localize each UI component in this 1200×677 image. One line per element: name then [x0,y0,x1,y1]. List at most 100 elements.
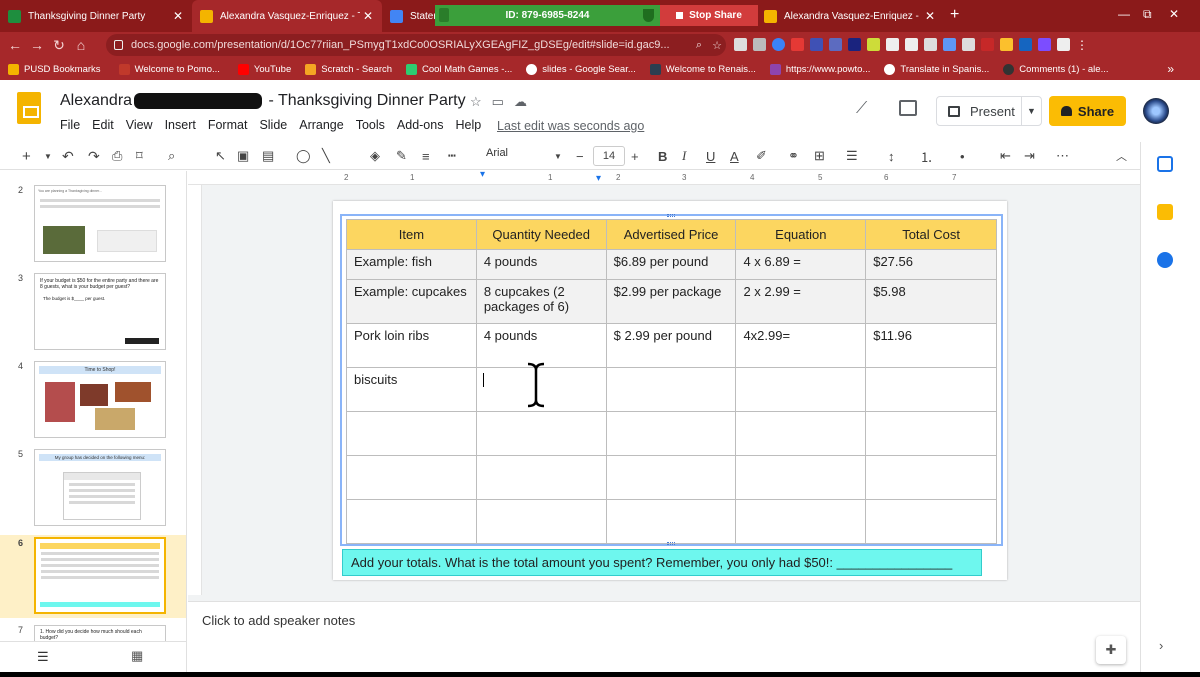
new-slide-icon[interactable]: + [22,146,31,166]
grid-view-icon[interactable]: ▦ [131,648,143,664]
speaker-notes[interactable]: Click to add speaker notes [188,601,1140,641]
indent-marker-icon[interactable]: ▾ [596,173,601,184]
browser-tab[interactable]: Alexandra Vasquez-Enriquez - B ✕ [756,0,944,32]
bookmark-star-icon[interactable]: ☆ [708,39,726,52]
menu-help[interactable]: Help [455,118,481,132]
paint-format-icon[interactable]: ⌑ [136,146,143,166]
document-title[interactable]: Alexandra - Thanksgiving Dinner Party [60,92,466,110]
extension-icon[interactable] [753,38,766,51]
menu-insert[interactable]: Insert [165,118,196,132]
url-field[interactable]: docs.google.com/presentation/d/1Oc77riia… [106,34,726,56]
comment-history-icon[interactable] [899,100,917,116]
menu-dots-icon[interactable]: ⋮ [1076,38,1089,52]
menu-arrange[interactable]: Arrange [299,118,343,132]
extension-icon[interactable] [848,38,861,51]
border-weight-icon[interactable]: ≡ [422,146,430,166]
extension-icon[interactable] [734,38,747,51]
collapse-toolbar-icon[interactable]: ︿ [1116,146,1127,166]
font-family-select[interactable]: Arial [486,147,508,159]
more-options-icon[interactable]: ⋯ [1056,146,1069,166]
text-box-icon[interactable]: ▣ [237,146,249,166]
menu-slide[interactable]: Slide [259,118,287,132]
menu-edit[interactable]: Edit [92,118,114,132]
extension-icon[interactable] [943,38,956,51]
slide-thumbnail-selected[interactable] [34,537,166,614]
select-cursor-icon[interactable]: ↖ [215,146,226,166]
menu-addons[interactable]: Add-ons [397,118,444,132]
extension-icon[interactable] [981,38,994,51]
bookmark-item[interactable]: Welcome to Pomo... [118,63,220,75]
extension-icon[interactable] [905,38,918,51]
extension-icon[interactable] [1019,38,1032,51]
close-tab-icon[interactable]: ✕ [922,9,938,23]
totals-prompt-box[interactable]: Add your totals. What is the total amoun… [342,549,982,576]
slides-logo-icon[interactable] [17,92,41,124]
text-color-icon[interactable]: A [730,146,739,166]
calendar-icon[interactable] [1157,156,1173,172]
resize-handle[interactable] [667,542,675,545]
star-icon[interactable]: ☆ [470,94,482,110]
new-tab-button[interactable]: + [950,6,959,24]
bookmark-item[interactable]: Cool Math Games -... [406,63,512,75]
bookmark-item[interactable]: Scratch - Search [305,63,392,75]
font-size-input[interactable]: 14 [593,146,625,166]
close-tab-icon[interactable]: ✕ [360,9,376,23]
slide-thumbnail[interactable]: You are planning a Thanksgiving dinner..… [34,185,166,262]
restore-button[interactable]: ⧉ [1143,7,1152,22]
cloud-status-icon[interactable]: ☁ [514,94,527,110]
present-button[interactable]: Present ▼ [936,96,1042,126]
slide-thumbnail[interactable]: If your budget is $50 for the entire par… [34,273,166,350]
home-icon[interactable]: ⌂ [70,37,92,53]
bookmark-item[interactable]: slides - Google Sear... [526,63,636,75]
extension-icon[interactable] [772,38,785,51]
extension-icon[interactable] [829,38,842,51]
puzzle-icon[interactable] [1057,38,1070,51]
bookmark-item[interactable]: PUSD Bookmarks [8,63,101,75]
browser-tab[interactable]: Stater [382,0,437,32]
add-comment-icon[interactable]: ⊞ [814,146,825,166]
italic-icon[interactable]: I [682,146,686,166]
shape-icon[interactable]: ◯ [296,146,311,166]
border-dash-icon[interactable]: ┅ [448,146,456,166]
list-view-icon[interactable]: ☰ [37,649,49,665]
vertical-ruler[interactable] [188,185,202,595]
menu-format[interactable]: Format [208,118,248,132]
extension-icon[interactable] [924,38,937,51]
line-icon[interactable]: ╲ [322,146,330,166]
extension-icon[interactable] [867,38,880,51]
indent-marker-icon[interactable]: ▾ [480,169,485,180]
decrease-font-size-icon[interactable]: − [576,146,584,166]
activity-trend-icon[interactable]: ⟋ [856,100,867,118]
minimize-button[interactable]: — [1118,7,1130,21]
slide-thumbnail[interactable]: Time to Shop! [34,361,166,438]
image-icon[interactable]: ▤ [262,146,274,166]
bookmark-item[interactable]: YouTube [237,63,291,75]
bookmarks-overflow-button[interactable]: » [1167,62,1174,76]
line-spacing-icon[interactable]: ↕ [888,146,895,166]
reload-icon[interactable]: ↻ [48,37,70,54]
redo-icon[interactable]: ↷ [88,146,100,166]
extension-icon[interactable] [886,38,899,51]
highlight-icon[interactable]: ✐ [756,146,767,166]
stop-share-button[interactable]: Stop Share [660,5,758,26]
avatar[interactable] [1143,98,1169,124]
share-button[interactable]: Share [1049,96,1126,126]
align-icon[interactable]: ☰ [846,146,858,166]
increase-indent-icon[interactable]: ⇥ [1024,146,1035,166]
close-tab-icon[interactable]: ✕ [170,9,186,23]
zoom-meeting-bar[interactable]: ID: 879-6985-8244 [435,5,660,26]
explore-button[interactable]: ✚ [1096,636,1126,664]
border-color-icon[interactable]: ✎ [396,146,407,166]
move-folder-icon[interactable]: ▭ [492,94,504,110]
expand-panel-icon[interactable]: › [1159,638,1163,653]
font-dropdown-icon[interactable]: ▼ [554,146,562,166]
slide-thumbnail[interactable]: My group has decided on the following me… [34,449,166,526]
print-icon[interactable]: ⎙ [112,146,122,166]
keep-icon[interactable] [1157,204,1173,220]
fill-color-icon[interactable]: ◈ [370,146,380,166]
bookmark-item[interactable]: Comments (1) - ale... [1003,63,1108,75]
extension-icon[interactable] [1038,38,1051,51]
underline-icon[interactable]: U [706,146,715,166]
menu-tools[interactable]: Tools [356,118,385,132]
forward-arrow-icon[interactable]: → [26,37,48,53]
